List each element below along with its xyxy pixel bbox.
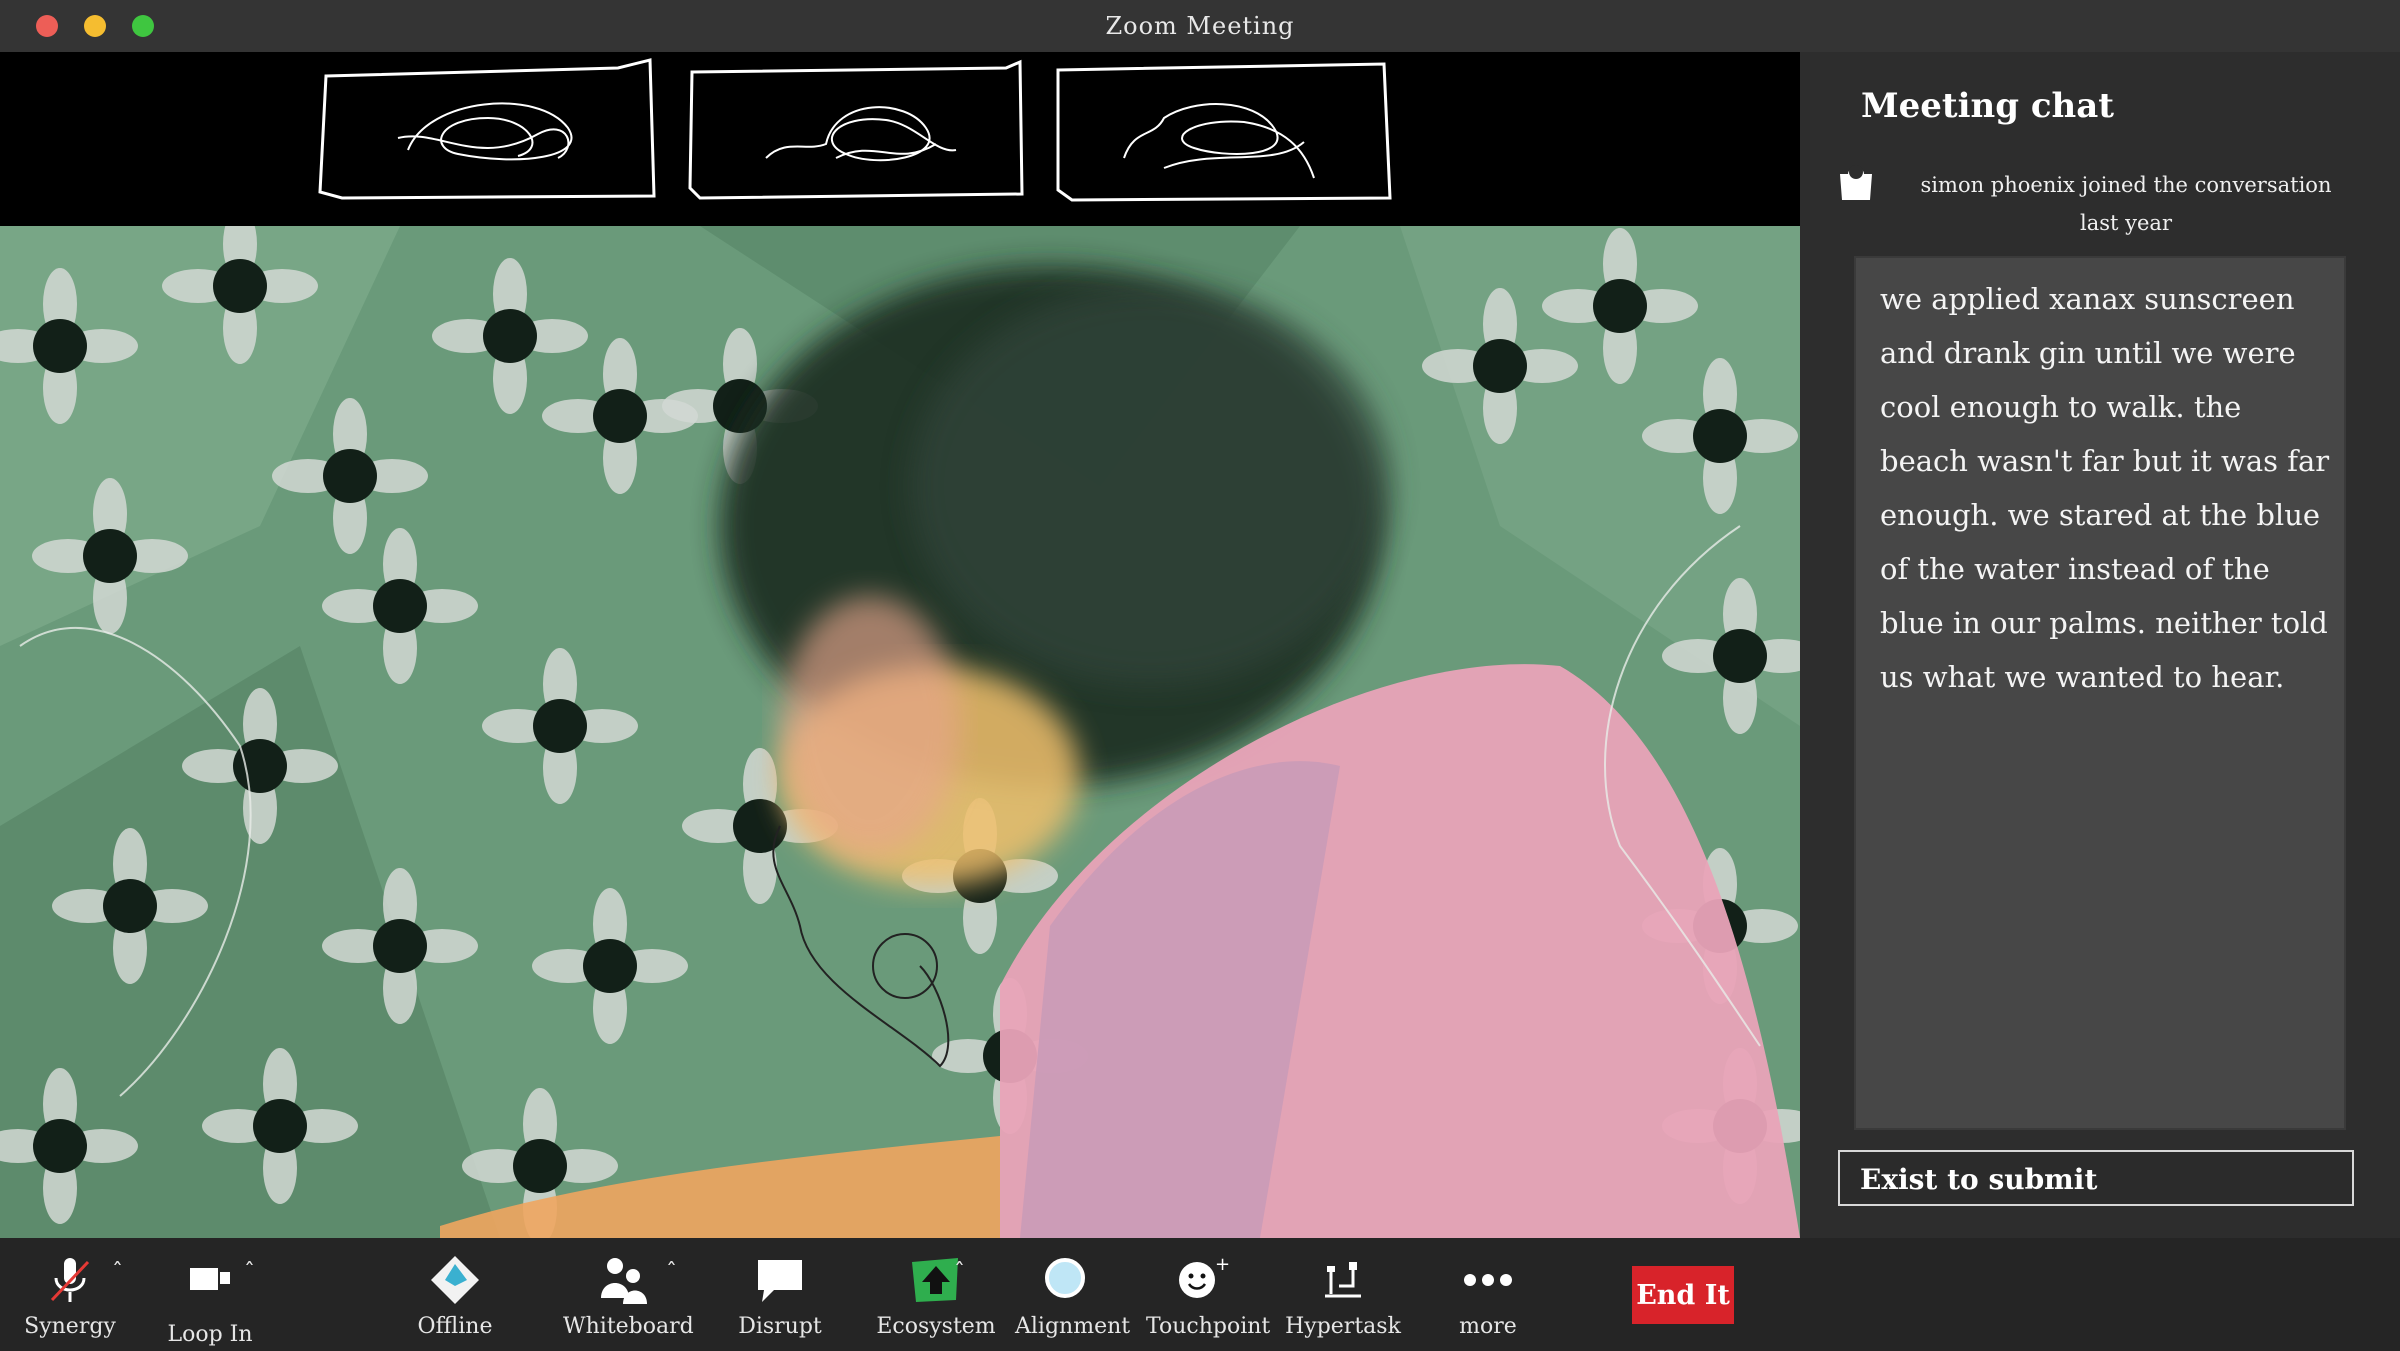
participant-thumbnail[interactable] [318, 58, 658, 204]
disrupt-label: Disrupt [738, 1314, 822, 1339]
ellipsis-icon [1464, 1274, 1512, 1286]
offline-button[interactable]: Offline [405, 1238, 505, 1351]
chat-input-field[interactable] [1838, 1150, 2354, 1206]
ecosystem-label: Ecosystem [876, 1314, 996, 1339]
whiteboard-options-caret[interactable]: ˆ [666, 1260, 677, 1285]
touchpoint-label: Touchpoint [1146, 1314, 1271, 1339]
disrupt-button[interactable]: Disrupt [730, 1238, 830, 1351]
more-button[interactable]: more [1438, 1238, 1538, 1351]
end-meeting-button[interactable]: End It [1632, 1266, 1734, 1324]
touchpoint-button[interactable]: + Touchpoint [1146, 1238, 1271, 1351]
main-video [0, 226, 1800, 1238]
smiley-plus-icon: + [1179, 1254, 1229, 1298]
meeting-toolbar: Synergy ˆ Loop In ˆ Offline Whiteboard ˆ… [0, 1238, 2400, 1351]
synergy-button[interactable]: Synergy [20, 1238, 120, 1351]
chat-message-text: we applied xanax sunscreen and drank gin… [1880, 282, 2330, 694]
window-title: Zoom Meeting [1105, 12, 1295, 40]
ecosystem-button[interactable]: Ecosystem [876, 1238, 996, 1351]
join-message: simon phoenix joined the conversation [1920, 173, 2332, 197]
synergy-label: Synergy [24, 1314, 116, 1339]
join-notification: simon phoenix joined the conversation la… [1886, 166, 2366, 242]
synergy-options-caret[interactable]: ˆ [112, 1260, 123, 1285]
chat-message-box: we applied xanax sunscreen and drank gin… [1856, 258, 2344, 1128]
alignment-label: Alignment [1015, 1314, 1131, 1339]
video-artwork [0, 226, 1800, 1238]
circle-icon [1045, 1258, 1085, 1298]
offline-label: Offline [417, 1314, 493, 1339]
svg-text:+: + [1215, 1254, 1229, 1275]
participant-thumbnails [0, 52, 1800, 228]
chat-title: Meeting chat [1861, 86, 2115, 126]
loop-in-label: Loop In [167, 1322, 253, 1347]
hypertask-button[interactable]: Hypertask [1283, 1238, 1403, 1351]
alignment-button[interactable]: Alignment [1015, 1238, 1131, 1351]
title-bar: Zoom Meeting [0, 0, 2400, 53]
offline-diamond-icon [431, 1256, 479, 1304]
user-icon [1840, 165, 1872, 200]
participant-thumbnail[interactable] [1054, 58, 1394, 204]
ecosystem-options-caret[interactable]: ˆ [954, 1260, 965, 1285]
whiteboard-label: Whiteboard [563, 1314, 694, 1339]
video-camera-icon [190, 1268, 230, 1290]
mic-off-icon [50, 1258, 90, 1302]
loop-in-button[interactable]: Loop In [160, 1238, 260, 1351]
participant-thumbnail[interactable] [686, 58, 1026, 204]
hypertask-icon [1325, 1262, 1361, 1298]
chat-panel: Meeting chat simon phoenix joined the co… [1800, 52, 2400, 1238]
hypertask-label: Hypertask [1285, 1314, 1401, 1339]
join-time: last year [2080, 211, 2172, 235]
loop-in-options-caret[interactable]: ˆ [244, 1260, 255, 1285]
people-icon [601, 1258, 647, 1304]
more-label: more [1459, 1314, 1517, 1339]
speech-bubble-icon [758, 1260, 802, 1302]
chat-input[interactable] [1858, 1160, 2332, 1198]
whiteboard-button[interactable]: Whiteboard [563, 1238, 694, 1351]
